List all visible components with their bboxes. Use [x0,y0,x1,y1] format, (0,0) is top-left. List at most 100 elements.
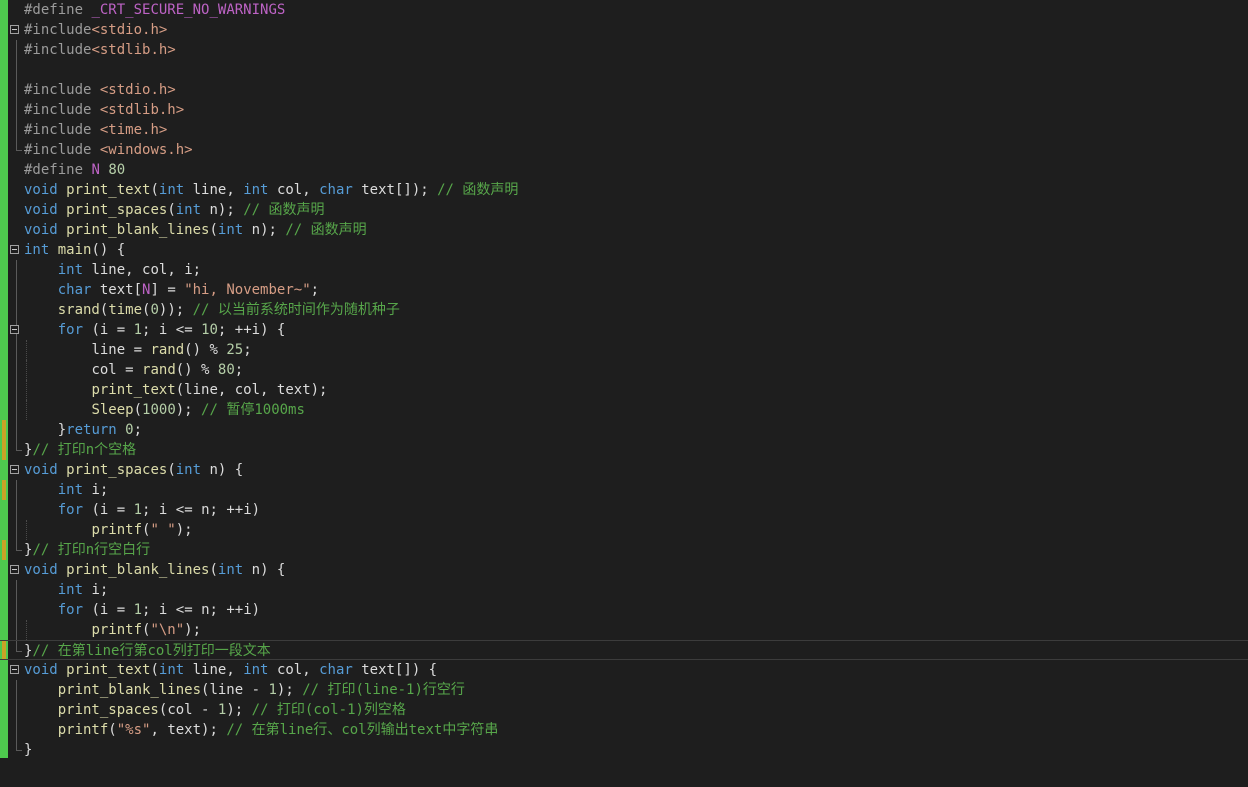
code-text[interactable]: #define N 80 [24,160,125,180]
outline-guide [16,720,17,740]
code-text[interactable]: print_blank_lines(line - 1); // 打印(line-… [24,680,465,700]
code-line[interactable]: for (i = 1; i <= 10; ++i) { [0,320,1248,340]
outline-guide [16,440,22,451]
outline-guide [16,80,17,100]
code-line[interactable]: }// 打印n行空白行 [0,540,1248,560]
code-line[interactable]: #define N 80 [0,160,1248,180]
code-line[interactable]: print_blank_lines(line - 1); // 打印(line-… [0,680,1248,700]
code-text[interactable]: Sleep(1000); // 暂停1000ms [24,400,304,420]
code-text[interactable]: void print_blank_lines(int n) { [24,560,285,580]
code-text[interactable]: line = rand() % 25; [24,340,251,360]
code-text[interactable]: int line, col, i; [24,260,201,280]
code-text[interactable]: int i; [24,480,109,500]
code-line[interactable]: void print_spaces(int n); // 函数声明 [0,200,1248,220]
code-line[interactable]: int line, col, i; [0,260,1248,280]
code-line[interactable]: #include<stdio.h> [0,20,1248,40]
code-line[interactable]: #include <time.h> [0,120,1248,140]
code-line[interactable]: print_text(line, col, text); [0,380,1248,400]
code-line[interactable] [0,60,1248,80]
collapse-icon[interactable] [10,245,19,254]
code-line[interactable]: printf("\n"); [0,620,1248,640]
code-line[interactable]: }return 0; [0,420,1248,440]
code-text[interactable]: #include <stdlib.h> [24,100,184,120]
code-text[interactable]: }// 在第line行第col列打印一段文本 [24,641,271,661]
code-text[interactable]: #include<stdlib.h> [24,40,176,60]
outline-guide [16,600,17,620]
code-text[interactable]: #define _CRT_SECURE_NO_WARNINGS [24,0,285,20]
outline-guide [16,420,17,440]
outline-guide [16,60,17,80]
code-text[interactable]: print_text(line, col, text); [24,380,327,400]
code-line[interactable]: int i; [0,480,1248,500]
collapse-icon[interactable] [10,665,19,674]
code-text[interactable]: print_spaces(col - 1); // 打印(col-1)列空格 [24,700,406,720]
outline-guide [16,260,17,280]
code-text[interactable]: void print_spaces(int n) { [24,460,243,480]
code-line[interactable]: Sleep(1000); // 暂停1000ms [0,400,1248,420]
outline-guide [16,520,17,540]
collapse-icon[interactable] [10,465,19,474]
code-line[interactable]: int i; [0,580,1248,600]
code-line[interactable]: void print_text(int line, int col, char … [0,180,1248,200]
code-line[interactable]: }// 打印n个空格 [0,440,1248,460]
collapse-icon[interactable] [10,325,19,334]
code-text[interactable]: #include <time.h> [24,120,167,140]
code-text[interactable]: srand(time(0)); // 以当前系统时间作为随机种子 [24,300,400,320]
outline-guide [16,740,22,751]
outline-guide [16,580,17,600]
code-line[interactable]: void print_spaces(int n) { [0,460,1248,480]
code-line[interactable]: for (i = 1; i <= n; ++i) [0,600,1248,620]
code-line[interactable]: void print_blank_lines(int n); // 函数声明 [0,220,1248,240]
code-line[interactable]: }// 在第line行第col列打印一段文本 [0,640,1248,660]
code-line[interactable]: } [0,740,1248,760]
outline-guide [16,540,22,551]
code-editor[interactable]: #define _CRT_SECURE_NO_WARNINGS #include<… [0,0,1248,787]
code-text[interactable]: }return 0; [24,420,142,440]
code-line[interactable]: #include <windows.h> [0,140,1248,160]
code-text[interactable]: }// 打印n个空格 [24,440,136,460]
code-text[interactable]: void print_text(int line, int col, char … [24,180,518,200]
code-text[interactable]: #include<stdio.h> [24,20,167,40]
code-text[interactable]: for (i = 1; i <= n; ++i) [24,500,260,520]
outline-guide [16,340,17,360]
code-text[interactable]: int i; [24,580,109,600]
code-line[interactable]: srand(time(0)); // 以当前系统时间作为随机种子 [0,300,1248,320]
code-text[interactable]: #include <windows.h> [24,140,193,160]
code-text[interactable]: col = rand() % 80; [24,360,243,380]
code-text[interactable]: void print_text(int line, int col, char … [24,660,437,680]
outline-guide [16,680,17,700]
code-line[interactable]: void print_text(int line, int col, char … [0,660,1248,680]
code-line[interactable]: int main() { [0,240,1248,260]
code-text[interactable]: for (i = 1; i <= n; ++i) [24,600,260,620]
code-text[interactable]: printf("\n"); [24,620,201,640]
code-line[interactable]: line = rand() % 25; [0,340,1248,360]
code-text[interactable]: printf("%s", text); // 在第line行、col列输出tex… [24,720,499,740]
outline-guide [16,300,17,320]
collapse-icon[interactable] [10,565,19,574]
code-text[interactable]: void print_spaces(int n); // 函数声明 [24,200,325,220]
code-text[interactable]: }// 打印n行空白行 [24,540,150,560]
code-line[interactable]: print_spaces(col - 1); // 打印(col-1)列空格 [0,700,1248,720]
code-line[interactable]: printf(" "); [0,520,1248,540]
outline-guide [16,620,17,640]
code-text[interactable]: for (i = 1; i <= 10; ++i) { [24,320,286,340]
outline-guide [16,280,17,300]
code-line[interactable]: for (i = 1; i <= n; ++i) [0,500,1248,520]
code-line[interactable]: #include<stdlib.h> [0,40,1248,60]
code-text[interactable]: void print_blank_lines(int n); // 函数声明 [24,220,367,240]
code-line[interactable]: #include <stdio.h> [0,80,1248,100]
code-line[interactable]: void print_blank_lines(int n) { [0,560,1248,580]
code-line[interactable]: printf("%s", text); // 在第line行、col列输出tex… [0,720,1248,740]
code-line[interactable]: char text[N] = "hi, November~"; [0,280,1248,300]
collapse-icon[interactable] [10,25,19,34]
code-line[interactable]: col = rand() % 80; [0,360,1248,380]
code-line[interactable]: #define _CRT_SECURE_NO_WARNINGS [0,0,1248,20]
code-text[interactable]: } [24,740,32,760]
outline-guide [16,700,17,720]
code-line[interactable]: #include <stdlib.h> [0,100,1248,120]
code-text[interactable]: int main() { [24,240,125,260]
code-text[interactable]: #include <stdio.h> [24,80,176,100]
code-text[interactable]: printf(" "); [24,520,192,540]
outline-guide [16,140,22,151]
code-text[interactable]: char text[N] = "hi, November~"; [24,280,319,300]
